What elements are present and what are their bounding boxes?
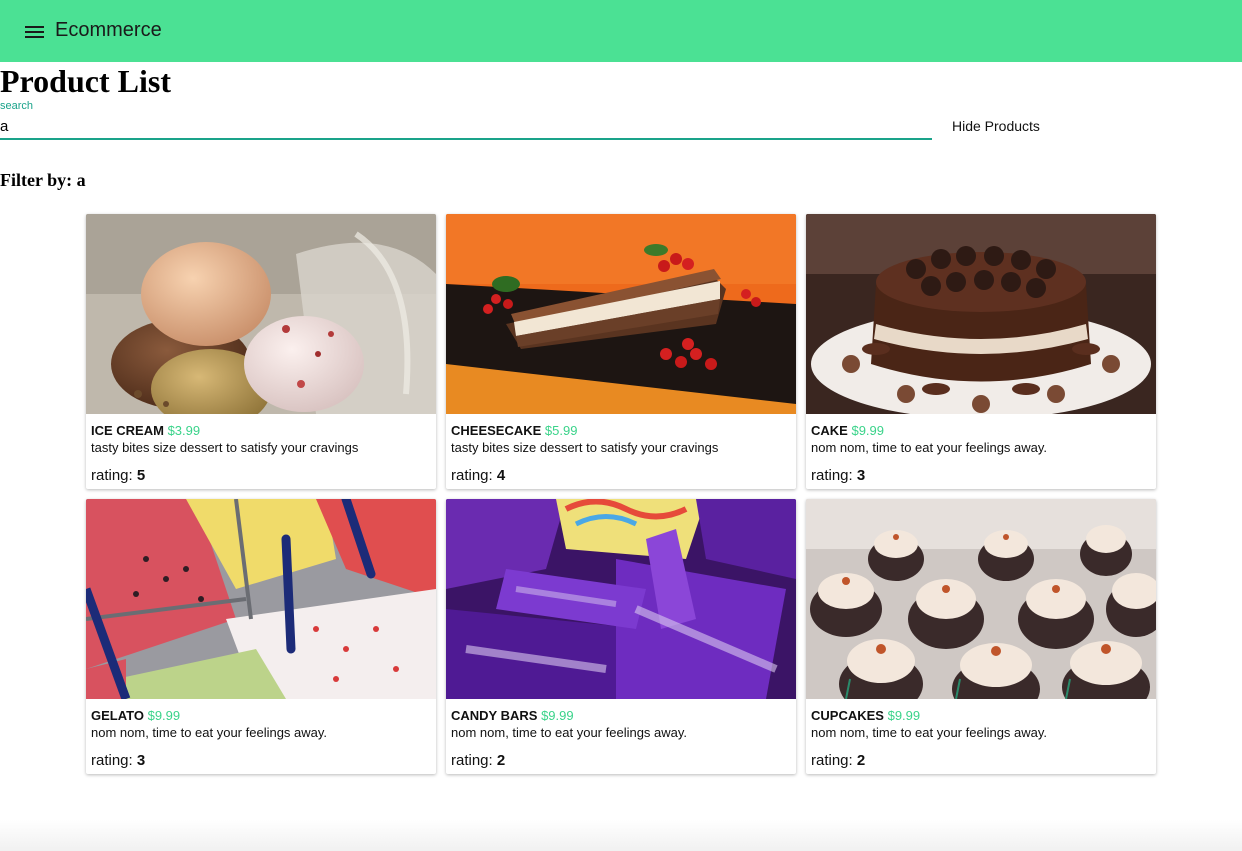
filter-value: a [76,170,86,190]
product-price: $9.99 [851,423,885,438]
app-bar: Ecommerce [0,0,1242,62]
rating-label: rating: [91,467,137,484]
rating-value: 3 [856,467,866,484]
product-description: nom nom, time to eat your feelings away. [451,725,688,740]
product-name: CAKE [811,423,848,438]
product-price: $5.99 [544,423,578,438]
rating-value: 2 [496,752,506,769]
product-grid: ICE CREAM $3.99 tasty bites size dessert… [86,214,1156,774]
rating-value: 3 [136,752,146,769]
search-label: search [0,100,34,112]
product-price: $9.99 [147,708,181,723]
app-title: Ecommerce [55,19,162,41]
filter-heading: Filter by: a [0,170,86,191]
product-name: CANDY BARS [451,708,538,723]
rating-label: rating: [451,467,497,484]
product-description: nom nom, time to eat your feelings away. [811,725,1048,740]
product-price: $9.99 [887,708,921,723]
product-rating: rating: 3 [91,752,431,769]
ice-cream-image [86,214,436,414]
candy-bars-image [446,499,796,699]
rating-label: rating: [451,752,497,769]
product-price: $9.99 [541,708,574,723]
product-name: CHEESECAKE [451,423,542,438]
rating-value: 4 [496,467,506,484]
product-card-cupcakes[interactable]: CUPCAKES $9.99 nom nom, time to eat your… [806,499,1156,774]
filter-prefix: Filter by: [0,170,77,190]
hide-products-button[interactable]: Hide Products [952,118,1040,134]
product-description: nom nom, time to eat your feelings away. [811,440,1048,455]
rating-label: rating: [811,467,857,484]
menu-icon[interactable] [25,24,45,40]
product-description: tasty bites size dessert to satisfy your… [451,440,719,455]
product-card-cake[interactable]: CAKE $9.99 nom nom, time to eat your fee… [806,214,1156,489]
cake-image [806,214,1156,414]
product-name: GELATO [91,708,144,723]
product-card-candy-bars[interactable]: CANDY BARS $9.99 nom nom, time to eat yo… [446,499,796,774]
product-name: ICE CREAM [91,423,164,438]
cupcakes-image [806,499,1156,699]
product-rating: rating: 4 [451,467,791,484]
rating-label: rating: [811,752,857,769]
page-title: Product List [0,63,171,99]
product-description: tasty bites size dessert to satisfy your… [91,440,359,455]
product-card-cheesecake[interactable]: CHEESECAKE $5.99 tasty bites size desser… [446,214,796,489]
rating-label: rating: [91,752,137,769]
product-rating: rating: 3 [811,467,1151,484]
product-rating: rating: 5 [91,467,431,484]
cheesecake-image [446,214,796,414]
product-card-ice-cream[interactable]: ICE CREAM $3.99 tasty bites size dessert… [86,214,436,489]
product-name: CUPCAKES [811,708,884,723]
rating-value: 2 [856,752,866,769]
product-price: $3.99 [167,423,201,438]
rating-value: 5 [136,467,146,484]
product-description: nom nom, time to eat your feelings away. [91,725,328,740]
gelato-image [86,499,436,699]
page-footer [0,820,1242,851]
search-input[interactable] [0,114,932,140]
product-card-gelato[interactable]: GELATO $9.99 nom nom, time to eat your f… [86,499,436,774]
product-rating: rating: 2 [811,752,1151,769]
product-rating: rating: 2 [451,752,791,769]
